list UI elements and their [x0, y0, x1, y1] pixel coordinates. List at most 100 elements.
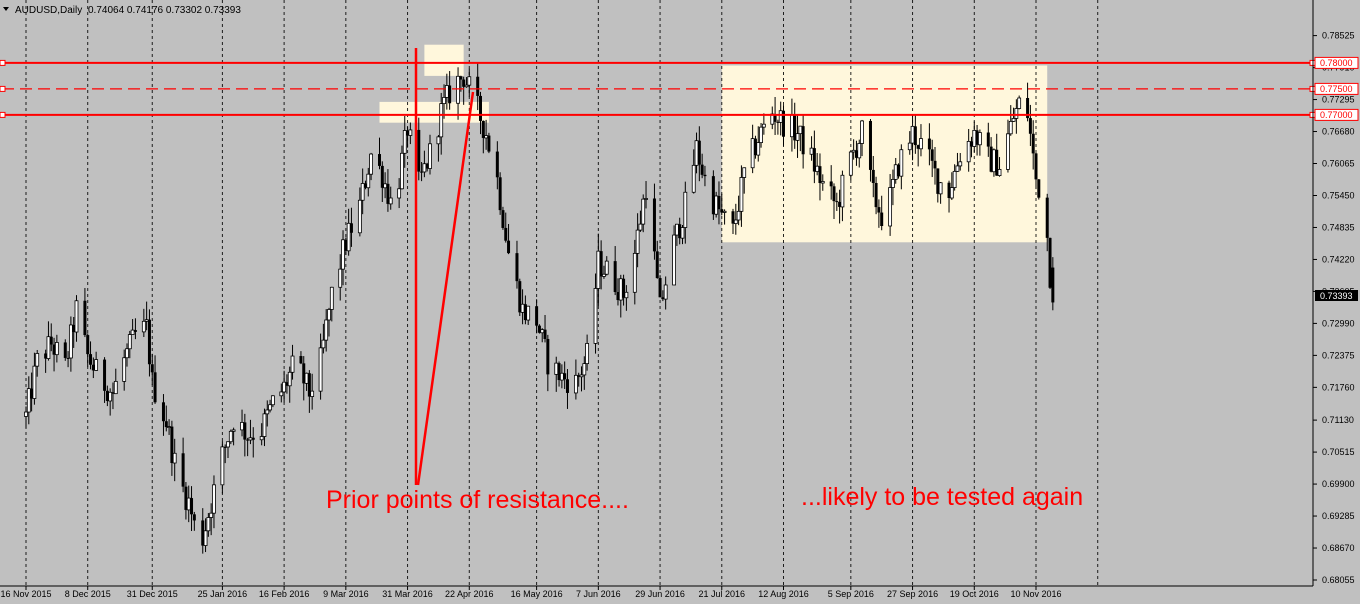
- candle-body-up: [144, 319, 149, 322]
- candle-body-up: [456, 75, 460, 104]
- candle-body-up: [127, 334, 132, 350]
- candle-body-up: [857, 143, 862, 159]
- candle-body-down: [543, 329, 547, 339]
- candle-body-up: [388, 197, 393, 205]
- candle-body-up: [840, 174, 845, 208]
- candle-body-down: [89, 354, 93, 365]
- candle-body-up: [966, 141, 971, 163]
- candle-body-up: [891, 178, 895, 188]
- candle-body-up: [851, 149, 856, 153]
- candle-body-up: [683, 191, 688, 228]
- candle-body-down: [63, 342, 67, 358]
- candle-body-up: [346, 222, 351, 252]
- candle-body-up: [520, 303, 525, 313]
- x-tick-label-2: 31 Dec 2015: [127, 589, 178, 599]
- candle-body-down: [986, 132, 990, 147]
- candle-body-up: [369, 153, 373, 175]
- candle-body-up: [74, 300, 79, 333]
- x-tick-label-10: 29 Jun 2016: [635, 589, 685, 599]
- candle-body-up: [397, 188, 402, 199]
- candle-body-down: [717, 195, 721, 210]
- candle-body-up: [860, 120, 864, 144]
- candle-body-down: [349, 223, 353, 233]
- candle: [658, 275, 662, 298]
- candle-body-up: [997, 169, 1002, 177]
- candle-body-down: [1045, 197, 1049, 238]
- candle-body-up: [167, 426, 171, 429]
- candle-body-up: [357, 199, 362, 234]
- candle-body-down: [599, 251, 603, 277]
- candle-body-down: [880, 212, 884, 226]
- candle-body-up: [795, 133, 800, 141]
- candle-body-up: [672, 234, 676, 286]
- level-tag-label-1: 0.77500: [1320, 84, 1353, 94]
- candle-body-down: [818, 166, 822, 184]
- candle-body-up: [360, 183, 365, 201]
- candle-body-down: [927, 138, 931, 150]
- candle-body-up: [596, 250, 601, 289]
- candle-body-down: [507, 240, 511, 254]
- candle-body-up: [226, 441, 230, 448]
- chart-header: AUDUSD,Daily 0.74064 0.74176 0.73302 0.7…: [3, 5, 241, 16]
- candle-body-up: [955, 165, 960, 172]
- candle-body-up: [122, 357, 127, 382]
- candle-body-up: [228, 430, 233, 443]
- x-tick-label-14: 27 Sep 2016: [887, 589, 938, 599]
- candle-body-down: [378, 154, 381, 166]
- candle-body-up: [759, 126, 763, 144]
- candle-body-up: [327, 309, 331, 321]
- y-tick-label-12: 0.71130: [1322, 415, 1354, 425]
- candlestick-chart[interactable]: 0.785250.779100.772950.766800.760650.754…: [0, 0, 1360, 604]
- candle-body-up: [206, 517, 211, 532]
- candle-body-up: [54, 342, 59, 356]
- candle-body-up: [958, 161, 963, 167]
- candle-body-up: [209, 512, 214, 518]
- candle-body-up: [265, 409, 270, 415]
- candle-body-up: [641, 198, 646, 225]
- candle-body-up: [582, 363, 587, 376]
- symbol-label: AUDUSD,Daily: [15, 5, 82, 16]
- candle-body-down: [1028, 118, 1032, 134]
- candle-body-up: [585, 343, 590, 365]
- candle-body-down: [655, 251, 659, 279]
- candle-body-down: [700, 164, 704, 175]
- candle-body-up: [444, 85, 449, 98]
- candle-body-up: [318, 347, 323, 392]
- candle-body-up: [663, 284, 668, 300]
- level-tag-label-2: 0.77000: [1320, 110, 1353, 120]
- candle-body-down: [1037, 179, 1041, 198]
- candle-body-down: [479, 95, 482, 121]
- candle-body-down: [476, 76, 480, 96]
- candle: [487, 132, 491, 154]
- x-tick-label-12: 12 Aug 2016: [758, 589, 809, 599]
- candle: [714, 191, 719, 218]
- candle-body-up: [400, 152, 404, 190]
- candle: [1017, 95, 1022, 110]
- candle-body-up: [910, 125, 915, 144]
- y-tick-label-4: 0.76065: [1322, 159, 1355, 169]
- candle-body-down: [83, 300, 87, 336]
- candle-body-up: [559, 372, 564, 381]
- candle-body-down: [658, 278, 662, 298]
- candle-body-up: [798, 125, 803, 135]
- candle-body-down: [181, 453, 185, 487]
- candle-body-down: [565, 379, 569, 393]
- last-price-label: 0.73393: [1320, 291, 1353, 301]
- candle-body-up: [324, 319, 329, 341]
- candle: [63, 339, 67, 361]
- resistance-handle-left-1: [0, 85, 6, 92]
- candle-body-down: [1051, 267, 1055, 303]
- candle-body-up: [1014, 108, 1019, 119]
- candle-body-down: [459, 76, 463, 80]
- candle-body-up: [1006, 133, 1010, 170]
- annotation-left: Prior points of resistance....: [326, 486, 629, 514]
- candle-body-up: [972, 129, 977, 147]
- x-tick-label-9: 7 Jun 2016: [576, 589, 621, 599]
- y-tick-label-5: 0.75450: [1322, 190, 1355, 200]
- candle-body-up: [402, 130, 407, 154]
- candle-body-up: [977, 132, 982, 146]
- candle-body-up: [270, 395, 275, 406]
- candle-body-down: [877, 207, 881, 213]
- candle-body-up: [304, 372, 309, 384]
- x-tick-label-11: 21 Jul 2016: [699, 589, 746, 599]
